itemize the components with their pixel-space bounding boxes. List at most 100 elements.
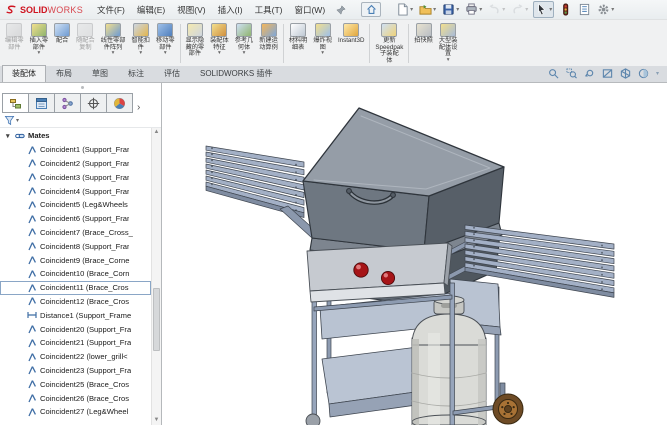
tree-item-mate[interactable]: Coincident22 (lower_grill< bbox=[0, 350, 151, 364]
ribbon-bom-button[interactable]: 材料明 细表 bbox=[286, 21, 311, 66]
dropdown-caret-icon[interactable]: ▾ bbox=[243, 50, 246, 56]
control-panel[interactable] bbox=[306, 242, 453, 303]
panel-tab-configurationmanager[interactable] bbox=[54, 93, 81, 113]
tree-item-mates-folder[interactable]: ▾ Mates bbox=[0, 129, 151, 143]
burner-knob-right[interactable] bbox=[380, 270, 396, 286]
home-button[interactable] bbox=[361, 2, 382, 17]
dropdown-caret-icon[interactable]: ▾ bbox=[611, 6, 614, 13]
ribbon-linear-pattern-button[interactable]: 线性零部 件阵列 ▾ bbox=[98, 21, 129, 66]
dropdown-caret-icon[interactable]: ▾ bbox=[218, 50, 221, 56]
dropdown-caret-icon[interactable]: ▾ bbox=[456, 6, 459, 13]
wheel-left[interactable] bbox=[305, 413, 321, 425]
tree-item-mate[interactable]: Coincident9 (Brace_Corne bbox=[0, 253, 151, 267]
dropdown-caret-icon[interactable]: ▾ bbox=[37, 50, 40, 56]
tree-item-mate[interactable]: Coincident12 (Brace_Cros bbox=[0, 295, 151, 309]
dropdown-caret-icon[interactable]: ▾ bbox=[525, 6, 528, 13]
dropdown-caret-icon[interactable]: ▾ bbox=[447, 57, 450, 63]
tab-SOLIDWORKS 插件[interactable]: SOLIDWORKS 插件 bbox=[190, 65, 282, 82]
panel-tab-featuremanager-tree[interactable] bbox=[2, 93, 29, 113]
tree-item-mate[interactable]: Coincident23 (Support_Fra bbox=[0, 364, 151, 378]
panel-tab-displaymanager[interactable] bbox=[106, 93, 133, 113]
tree-item-mate[interactable]: Coincident10 (Brace_Corn bbox=[0, 267, 151, 281]
scrollbar-down-arrow[interactable]: ▼ bbox=[152, 416, 161, 425]
print-button[interactable]: ▾ bbox=[464, 2, 483, 17]
expand-collapse-icon[interactable]: ▾ bbox=[6, 132, 15, 140]
ribbon-reference-geometry-button[interactable]: 参考几 何体 ▾ bbox=[232, 21, 257, 66]
menu-item[interactable]: 窗口(W) bbox=[288, 3, 331, 17]
ribbon-insert-component-button[interactable]: 插入零 部件 ▾ bbox=[27, 21, 52, 66]
panel-splitter-handle[interactable] bbox=[0, 83, 161, 91]
dropdown-caret-icon[interactable]: ▾ bbox=[656, 70, 659, 77]
tab-评估[interactable]: 评估 bbox=[154, 65, 190, 82]
ribbon-mate-button[interactable]: 配合 bbox=[51, 21, 73, 66]
left-side-shelf[interactable] bbox=[205, 145, 319, 239]
tab-布局[interactable]: 布局 bbox=[46, 65, 82, 82]
file-properties-button[interactable] bbox=[577, 2, 592, 17]
ribbon-move-component-button[interactable]: 移动零 部件 ▾ bbox=[153, 21, 178, 66]
view-settings-icon[interactable] bbox=[638, 68, 649, 79]
previous-view-icon[interactable] bbox=[584, 68, 595, 79]
rebuild-button[interactable] bbox=[558, 2, 573, 17]
dropdown-caret-icon[interactable]: ▾ bbox=[433, 6, 436, 13]
tree-item-mate[interactable]: Coincident11 (Brace_Cros bbox=[0, 280, 151, 295]
tree-item-mate[interactable]: Coincident27 (Leg&Wheel bbox=[0, 405, 151, 419]
scrollbar-thumb[interactable] bbox=[153, 288, 160, 351]
tree-item-mate[interactable]: Coincident5 (Leg&Wheels bbox=[0, 198, 151, 212]
display-style-icon[interactable] bbox=[620, 68, 631, 79]
dropdown-caret-icon[interactable]: ▾ bbox=[410, 6, 413, 13]
menu-item[interactable]: 工具(T) bbox=[249, 3, 289, 17]
menu-item[interactable]: 文件(F) bbox=[91, 3, 131, 17]
ribbon-exploded-view-button[interactable]: 爆炸视图 ▾ bbox=[310, 21, 335, 66]
tree-item-mate[interactable]: Coincident20 (Support_Fra bbox=[0, 322, 151, 336]
dropdown-caret-icon[interactable]: ▾ bbox=[139, 50, 142, 56]
tree-item-mate[interactable]: Coincident2 (Support_Frar bbox=[0, 157, 151, 171]
dropdown-caret-icon[interactable]: ▾ bbox=[112, 50, 115, 56]
tree-item-mate[interactable]: Coincident8 (Support_Frar bbox=[0, 239, 151, 253]
tree-item-mate[interactable]: Distance1 (Support_Frame bbox=[0, 308, 151, 322]
tree-item-mate[interactable]: Coincident21 (Support_Fra bbox=[0, 336, 151, 350]
tab-标注[interactable]: 标注 bbox=[118, 65, 154, 82]
ribbon-motion-study-button[interactable]: 新建运 动算例 bbox=[256, 21, 281, 66]
ribbon-snapshot-button[interactable]: 拍快照 bbox=[411, 21, 436, 66]
dropdown-caret-icon[interactable]: ▾ bbox=[549, 6, 552, 13]
bbq-grill-assembly-model[interactable] bbox=[162, 83, 666, 425]
tree-item-mate[interactable]: Coincident26 (Brace_Cros bbox=[0, 391, 151, 405]
ribbon-show-hidden-button[interactable]: 显示隐 藏的零 部件 bbox=[183, 21, 208, 66]
filter-dropdown-caret-icon[interactable]: ▾ bbox=[16, 117, 19, 124]
tab-草图[interactable]: 草图 bbox=[82, 65, 118, 82]
ribbon-assembly-features-button[interactable]: 装配体 特征 ▾ bbox=[207, 21, 232, 66]
pin-menu-icon[interactable] bbox=[335, 4, 347, 16]
tree-item-mate[interactable]: Coincident6 (Support_Frar bbox=[0, 212, 151, 226]
scrollbar-up-arrow[interactable]: ▲ bbox=[152, 128, 161, 137]
tree-item-mate[interactable]: Coincident1 (Support_Frar bbox=[0, 143, 151, 157]
section-view-icon[interactable] bbox=[602, 68, 613, 79]
tree-item-mate[interactable]: Coincident25 (Brace_Cros bbox=[0, 377, 151, 391]
graphics-viewport[interactable] bbox=[162, 83, 667, 425]
filter-funnel-icon[interactable] bbox=[4, 115, 15, 126]
zoom-fit-icon[interactable] bbox=[548, 68, 559, 79]
panel-tab-overflow-arrow[interactable]: › bbox=[137, 103, 140, 113]
ribbon-smart-fasteners-button[interactable]: 智能扣件 ▾ bbox=[128, 21, 153, 66]
tree-scrollbar[interactable]: ▲ ▼ bbox=[151, 128, 161, 425]
zoom-area-icon[interactable] bbox=[566, 68, 577, 79]
panel-tab-dimxpertmanager[interactable] bbox=[80, 93, 107, 113]
dropdown-caret-icon[interactable]: ▾ bbox=[164, 50, 167, 56]
burner-knob-left[interactable] bbox=[353, 262, 369, 278]
tree-item-mate[interactable]: Coincident7 (Brace_Cross_ bbox=[0, 226, 151, 240]
dropdown-caret-icon[interactable]: ▾ bbox=[479, 6, 482, 13]
open-folder-button[interactable]: ▾ bbox=[418, 2, 437, 17]
tab-装配体[interactable]: 装配体 bbox=[2, 65, 46, 82]
save-button[interactable]: ▾ bbox=[441, 2, 460, 17]
menu-item[interactable]: 视图(V) bbox=[171, 3, 211, 17]
menu-item[interactable]: 编辑(E) bbox=[131, 3, 171, 17]
ribbon-update-speedpak-button[interactable]: 更新 Speedpak 子装配体 bbox=[372, 21, 406, 66]
tree-item-mate[interactable]: Coincident3 (Support_Frar bbox=[0, 170, 151, 184]
ribbon-instant3d-button[interactable]: Instant3D bbox=[335, 21, 367, 66]
select-cursor-button[interactable]: ▾ bbox=[533, 1, 555, 18]
dropdown-caret-icon[interactable]: ▾ bbox=[502, 6, 505, 13]
tree-item-mate[interactable]: Coincident4 (Support_Frar bbox=[0, 184, 151, 198]
dropdown-caret-icon[interactable]: ▾ bbox=[321, 50, 324, 56]
new-document-button[interactable]: ▾ bbox=[395, 2, 414, 17]
options-gear-button[interactable]: ▾ bbox=[596, 2, 615, 17]
ribbon-large-assembly-button[interactable]: 大型装 配体设置 ▾ bbox=[436, 21, 461, 66]
